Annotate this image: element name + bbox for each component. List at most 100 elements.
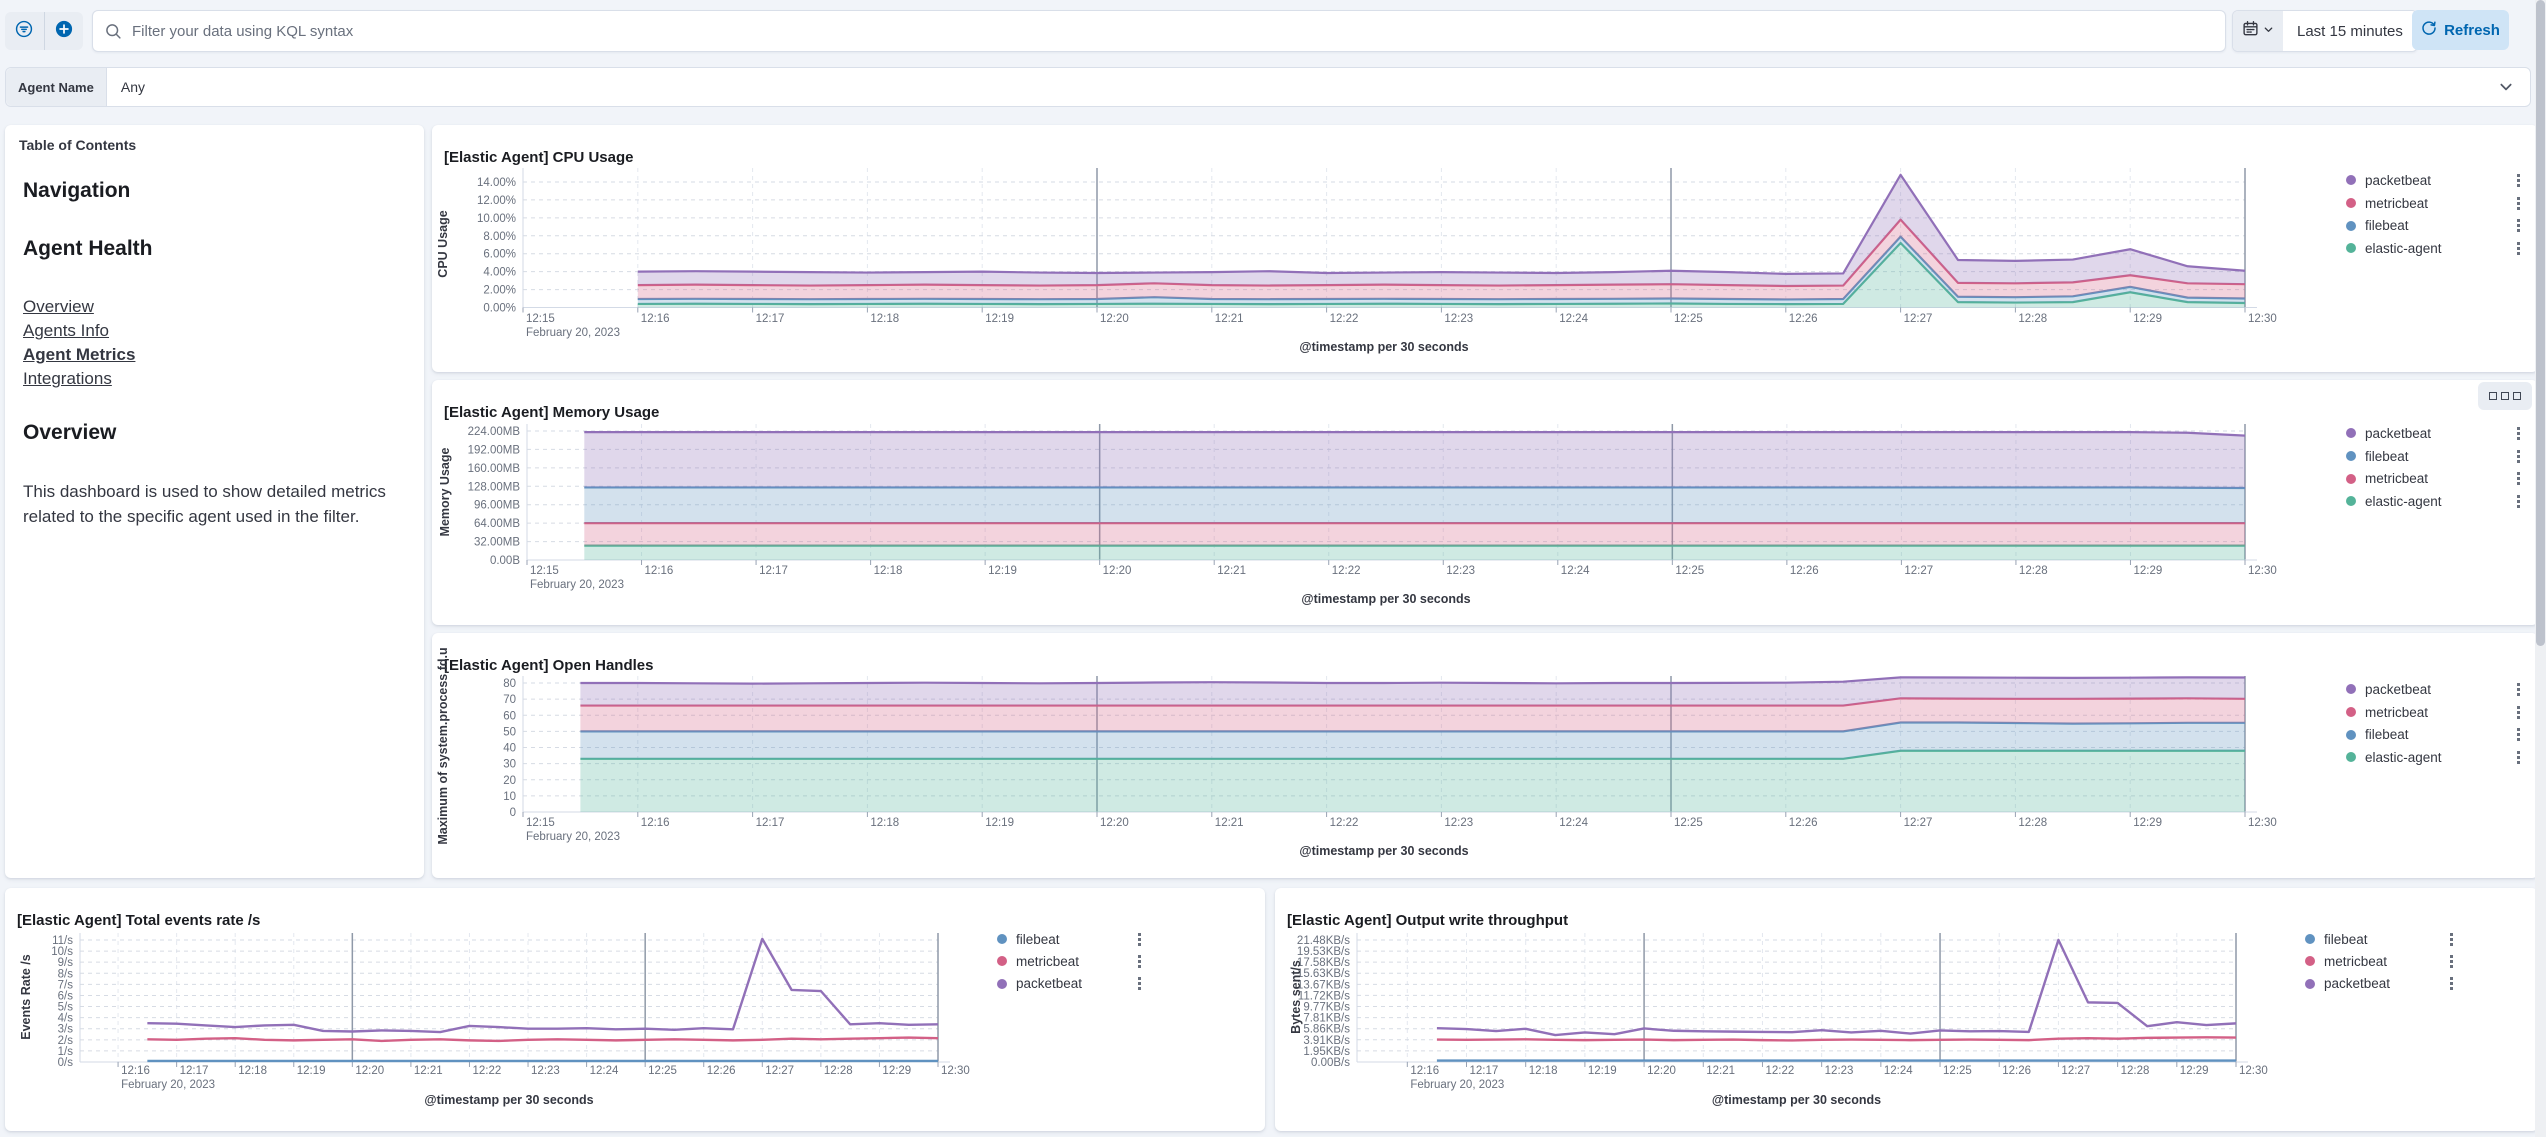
page-scrollbar-thumb[interactable] (2536, 0, 2545, 646)
handles-chart-canvas[interactable]: 0102030405060708012:15February 20, 20231… (432, 633, 2538, 878)
legend-label-packetbeat[interactable]: packetbeat (2365, 173, 2515, 188)
y-axis-tick-label: 40 (503, 743, 516, 755)
x-axis-title: @timestamp per 30 seconds (1301, 592, 1470, 606)
legend-label-packetbeat[interactable]: packetbeat (2365, 682, 2515, 697)
legend-item: filebeat (2305, 928, 2455, 950)
x-axis-tick-label: 12:20 (1103, 565, 1132, 577)
legend-color-dot (2346, 496, 2356, 506)
x-axis-tick-label: 12:17 (756, 313, 785, 325)
y-axis-tick-label: 0.00B (490, 555, 520, 567)
y-axis-tick-label: 64.00MB (474, 518, 520, 530)
filter-sets-button[interactable] (5, 12, 44, 50)
y-axis-tick-label: 3/s (58, 1024, 74, 1036)
y-axis-tick-label: 0.00% (483, 303, 516, 315)
legend-color-dot (2346, 221, 2356, 231)
output-chart-canvas[interactable]: 0.00B/s1.95KB/s3.91KB/s5.86KB/s7.81KB/s9… (1275, 888, 2538, 1131)
legend-label-elastic-agent[interactable]: elastic-agent (2365, 241, 2515, 256)
events-chart-canvas[interactable]: 0/s1/s2/s3/s4/s5/s6/s7/s8/s9/s10/s11/s12… (5, 888, 1265, 1131)
y-axis-tick-label: 32.00MB (474, 537, 520, 549)
toc-link-integrations[interactable]: Integrations (23, 367, 410, 391)
legend-color-dot (2346, 198, 2356, 208)
handles-legend: packetbeat metricbeat filebeat elastic-agen… (2346, 678, 2522, 769)
legend-item-menu-icon[interactable] (1136, 931, 1143, 948)
cpu-chart-canvas[interactable]: 0.00%2.00%4.00%6.00%8.00%10.00%12.00%14.… (432, 125, 2538, 372)
legend-item-menu-icon[interactable] (2515, 217, 2522, 234)
legend-label-filebeat[interactable]: filebeat (2324, 932, 2448, 947)
toc-heading-overview: Overview (19, 421, 410, 445)
legend-label-filebeat[interactable]: filebeat (1016, 932, 1136, 947)
legend-label-packetbeat[interactable]: packetbeat (2324, 976, 2448, 991)
toc-heading-navigation: Navigation (19, 179, 410, 203)
x-axis-tick-label: 12:20 (1100, 313, 1129, 325)
x-axis-tick-label: 12:19 (985, 817, 1014, 829)
x-axis-tick-label: 12:22 (1765, 1065, 1794, 1077)
toc-link-overview[interactable]: Overview (23, 295, 410, 319)
y-axis-title: CPU Usage (436, 210, 450, 277)
legend-item-menu-icon[interactable] (2448, 975, 2455, 992)
legend-label-filebeat[interactable]: filebeat (2365, 727, 2515, 742)
chevron-down-icon (2263, 22, 2274, 40)
memory-chart-canvas[interactable]: 0.00B32.00MB64.00MB96.00MB128.00MB160.00… (432, 380, 2538, 625)
legend-item-menu-icon[interactable] (2515, 195, 2522, 212)
x-axis-tick-label: 12:23 (1446, 565, 1475, 577)
y-axis-tick-label: 15.63KB/s (1297, 968, 1350, 980)
legend-label-elastic-agent[interactable]: elastic-agent (2365, 494, 2515, 509)
y-axis-tick-label: 6/s (58, 990, 74, 1002)
legend-item-menu-icon[interactable] (2515, 704, 2522, 721)
page-scrollbar-track[interactable] (2535, 0, 2546, 1137)
x-axis-tick-label: 12:30 (2248, 565, 2277, 577)
x-axis-tick-label: 12:18 (870, 313, 899, 325)
legend-item-menu-icon[interactable] (2515, 681, 2522, 698)
legend-item-menu-icon[interactable] (2515, 726, 2522, 743)
legend-color-dot (2346, 175, 2356, 185)
legend-label-packetbeat[interactable]: packetbeat (1016, 976, 1136, 991)
legend-item: elastic-agent (2346, 746, 2522, 769)
legend-color-dot (997, 979, 1007, 989)
legend-item-menu-icon[interactable] (2515, 448, 2522, 465)
legend-label-elastic-agent[interactable]: elastic-agent (2365, 750, 2515, 765)
agent-name-filter-value[interactable]: Any (107, 68, 2498, 106)
x-axis-tick-label: 12:27 (765, 1065, 794, 1077)
legend-label-metricbeat[interactable]: metricbeat (2365, 471, 2515, 486)
quick-select-button[interactable] (2233, 11, 2283, 51)
legend-item-menu-icon[interactable] (1136, 953, 1143, 970)
legend-item: metricbeat (2305, 950, 2455, 972)
legend-item: filebeat (2346, 214, 2522, 237)
y-axis-tick-label: 20 (503, 775, 516, 787)
y-axis-tick-label: 96.00MB (474, 500, 520, 512)
time-range-value[interactable]: Last 15 minutes (2283, 11, 2417, 51)
y-axis-tick-label: 9.77KB/s (1303, 1002, 1350, 1014)
legend-label-filebeat[interactable]: filebeat (2365, 449, 2515, 464)
refresh-button[interactable]: Refresh (2412, 10, 2509, 50)
legend-label-metricbeat[interactable]: metricbeat (1016, 954, 1136, 969)
x-axis-date-label: February 20, 2023 (121, 1079, 215, 1091)
legend-item-menu-icon[interactable] (2515, 470, 2522, 487)
toc-link-agent-metrics[interactable]: Agent Metrics (23, 343, 410, 367)
legend-item-menu-icon[interactable] (2448, 953, 2455, 970)
legend-label-filebeat[interactable]: filebeat (2365, 218, 2515, 233)
kql-search-input[interactable] (130, 22, 2225, 41)
magnifier-icon (105, 23, 122, 40)
total-events-rate-panel: [Elastic Agent] Total events rate /s 0/s… (5, 888, 1265, 1131)
legend-item-menu-icon[interactable] (2515, 425, 2522, 442)
legend-label-metricbeat[interactable]: metricbeat (2365, 705, 2515, 720)
add-filter-button[interactable] (44, 12, 84, 50)
x-axis-tick-label: 12:23 (531, 1065, 560, 1077)
toc-link-agents-info[interactable]: Agents Info (23, 319, 410, 343)
legend-label-packetbeat[interactable]: packetbeat (2365, 426, 2515, 441)
legend-item-menu-icon[interactable] (2515, 240, 2522, 257)
legend-item-menu-icon[interactable] (2515, 493, 2522, 510)
legend-label-metricbeat[interactable]: metricbeat (2324, 954, 2448, 969)
legend-item: metricbeat (2346, 467, 2522, 490)
legend-label-metricbeat[interactable]: metricbeat (2365, 196, 2515, 211)
legend-item-menu-icon[interactable] (2515, 172, 2522, 189)
y-axis-tick-label: 6.00% (483, 249, 516, 261)
x-axis-tick-label: 12:29 (2180, 1065, 2209, 1077)
x-axis-tick-label: 12:19 (1588, 1065, 1617, 1077)
legend-item-menu-icon[interactable] (2515, 749, 2522, 766)
legend-item-menu-icon[interactable] (2448, 931, 2455, 948)
chevron-down-icon[interactable] (2498, 68, 2530, 106)
x-axis-tick-label: 12:22 (1330, 817, 1359, 829)
time-range-picker: Last 15 minutes (2232, 10, 2418, 52)
legend-item-menu-icon[interactable] (1136, 975, 1143, 992)
